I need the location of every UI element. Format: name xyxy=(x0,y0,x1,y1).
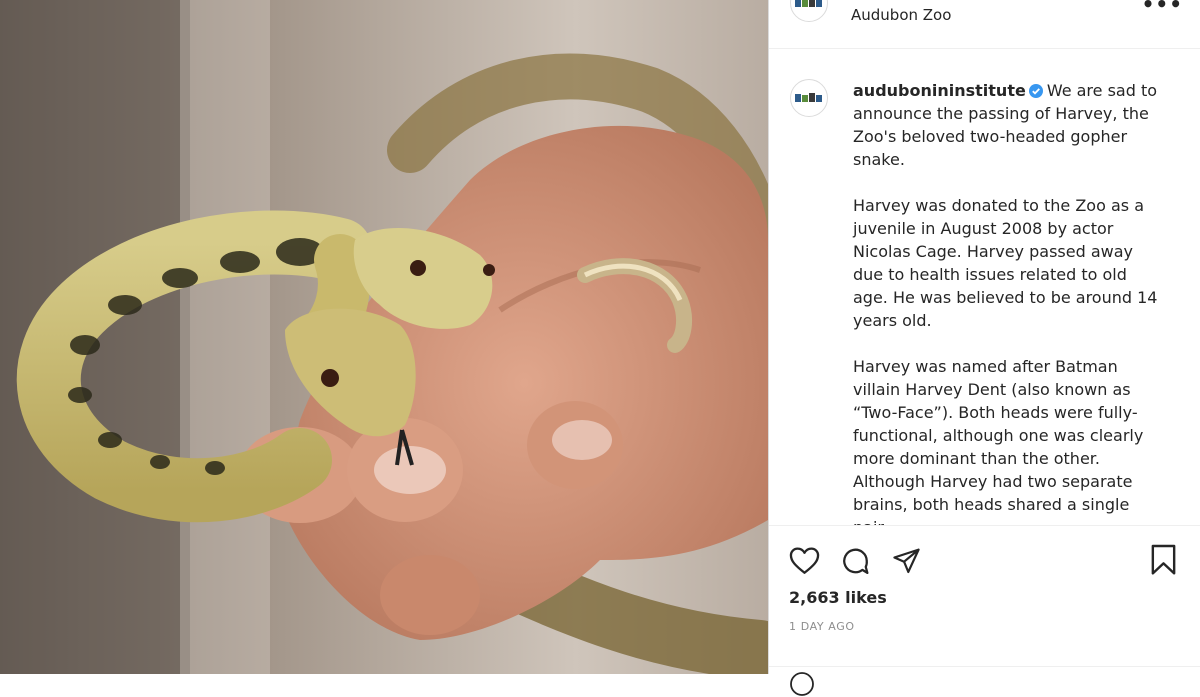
bookmark-icon[interactable] xyxy=(1149,544,1178,576)
share-icon[interactable] xyxy=(891,546,922,575)
snake-photo-illustration xyxy=(0,0,768,674)
audubon-logo-icon xyxy=(795,0,822,7)
post-caption: audubonininstitute We are sad to announce… xyxy=(853,79,1163,525)
add-comment-bar xyxy=(769,666,1200,696)
action-bar: 2,663 likes 1 DAY AGO xyxy=(769,525,1200,696)
profile-avatar[interactable] xyxy=(790,0,828,22)
caption-paragraph: Harvey was donated to the Zoo as a juven… xyxy=(853,196,1158,330)
post-header: Audubon Zoo ••• xyxy=(769,0,1200,49)
verified-badge-icon xyxy=(1028,84,1043,98)
caption-area: audubonininstitute We are sad to announce… xyxy=(769,49,1200,525)
more-options-icon[interactable]: ••• xyxy=(1142,0,1183,16)
caption-paragraph: audubonininstitute We are sad to announce… xyxy=(853,79,1163,171)
likes-count[interactable]: 2,663 likes xyxy=(789,588,887,607)
heart-icon[interactable] xyxy=(789,546,820,575)
emoji-icon[interactable] xyxy=(789,671,815,697)
post-timestamp[interactable]: 1 DAY AGO xyxy=(789,620,855,633)
post-photo[interactable] xyxy=(0,0,768,674)
audubon-logo-icon xyxy=(795,93,822,102)
username-link[interactable]: audubonininstitute xyxy=(853,81,1026,100)
location-link[interactable]: Audubon Zoo xyxy=(851,6,951,24)
comment-icon[interactable] xyxy=(840,546,871,576)
post-side-panel: Audubon Zoo ••• audubonininstitute We are… xyxy=(768,0,1200,696)
caption-avatar[interactable] xyxy=(790,79,828,117)
caption-paragraph: Harvey was named after Batman villain Ha… xyxy=(853,357,1144,525)
